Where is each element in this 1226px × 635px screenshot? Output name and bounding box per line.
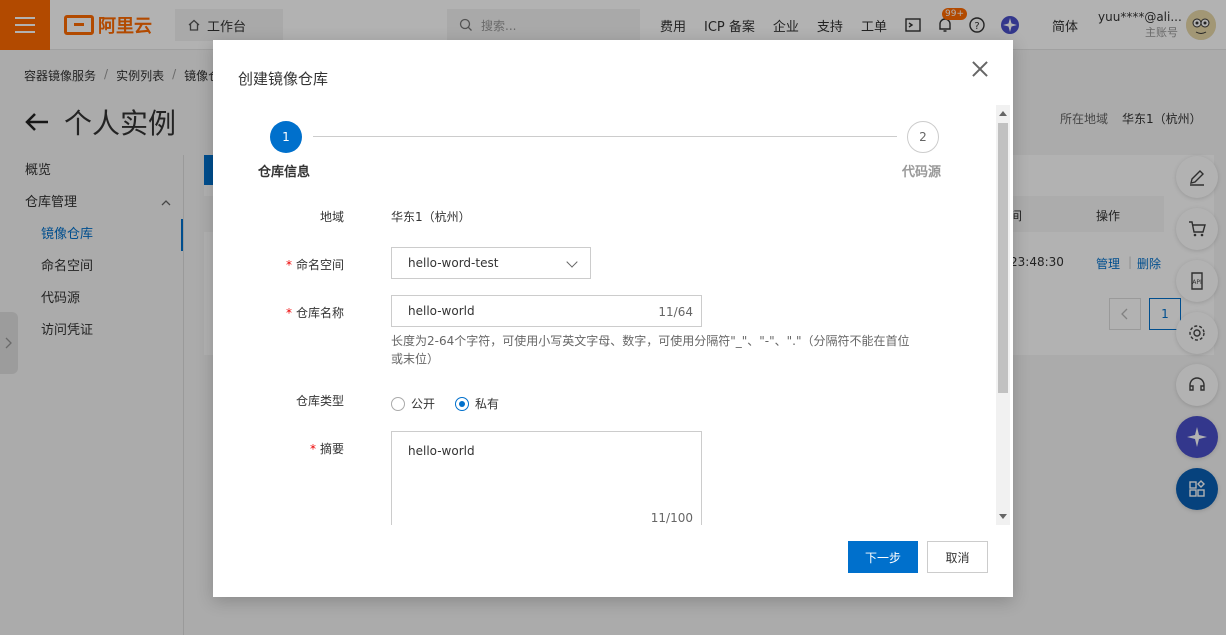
step-2-circle: 2 xyxy=(907,121,939,153)
radio-private-indicator xyxy=(455,396,470,411)
create-repo-dialog: 创建镜像仓库 1 2 仓库信息 代码源 地域 华东1（杭州） * 命名空间 hel… xyxy=(213,40,1013,597)
namespace-select-value: hello-word-test xyxy=(408,256,499,270)
repo-type-radio-group: 公开 私有 xyxy=(391,395,499,412)
radio-private-label: 私有 xyxy=(475,397,500,411)
dialog-title: 创建镜像仓库 xyxy=(238,70,329,88)
next-step-button[interactable]: 下一步 xyxy=(848,541,918,573)
repo-name-count: 11/64 xyxy=(658,305,693,319)
repo-type-field-label-text: 仓库类型 xyxy=(295,394,344,408)
namespace-select[interactable]: hello-word-test xyxy=(391,247,591,279)
step-connector xyxy=(313,136,897,137)
radio-private[interactable]: 私有 xyxy=(455,395,499,412)
chevron-down-icon xyxy=(566,256,578,268)
namespace-field-label-text: 命名空间 xyxy=(295,258,344,272)
summary-field-label: * 摘要 xyxy=(213,440,344,457)
radio-public-indicator xyxy=(391,396,405,411)
repo-name-hint: 长度为2-64个字符，可使用小写英文字母、数字，可使用分隔符"_"、"-"、".… xyxy=(391,334,910,366)
summary-count: 11/100 xyxy=(650,511,693,525)
summary-field-label-text: 摘要 xyxy=(319,442,344,456)
namespace-field-label: * 命名空间 xyxy=(213,256,344,273)
repo-name-value: hello-world xyxy=(408,304,475,318)
required-mark: * xyxy=(285,258,292,272)
dialog-body: 1 2 仓库信息 代码源 地域 华东1（杭州） * 命名空间 hello-word… xyxy=(213,105,1013,525)
scroll-down-icon[interactable] xyxy=(999,514,1007,519)
step-1-label: 仓库信息 xyxy=(258,165,311,180)
repo-name-field-label-text: 仓库名称 xyxy=(295,306,344,320)
region-field-value: 华东1（杭州） xyxy=(391,210,471,224)
summary-value: hello-world xyxy=(408,444,475,458)
step-1-circle: 1 xyxy=(270,121,302,153)
cancel-button[interactable]: 取消 xyxy=(927,541,988,573)
radio-public-label: 公开 xyxy=(411,397,436,411)
radio-public[interactable]: 公开 xyxy=(391,395,435,412)
repo-name-input[interactable]: hello-world 11/64 xyxy=(391,295,702,327)
scroll-up-icon[interactable] xyxy=(999,111,1007,116)
required-mark: * xyxy=(285,306,292,320)
close-icon[interactable] xyxy=(971,60,989,78)
dialog-scrollbar[interactable] xyxy=(996,105,1010,525)
region-field-label-text: 地域 xyxy=(319,210,344,224)
summary-textarea[interactable]: hello-world 11/100 xyxy=(391,431,702,525)
repo-type-field-label: 仓库类型 xyxy=(213,392,344,409)
scrollbar-thumb[interactable] xyxy=(998,123,1008,393)
repo-name-field-label: * 仓库名称 xyxy=(213,304,344,321)
required-mark: * xyxy=(309,442,316,456)
region-field-label: 地域 xyxy=(213,208,344,225)
step-2-label: 代码源 xyxy=(902,165,942,180)
